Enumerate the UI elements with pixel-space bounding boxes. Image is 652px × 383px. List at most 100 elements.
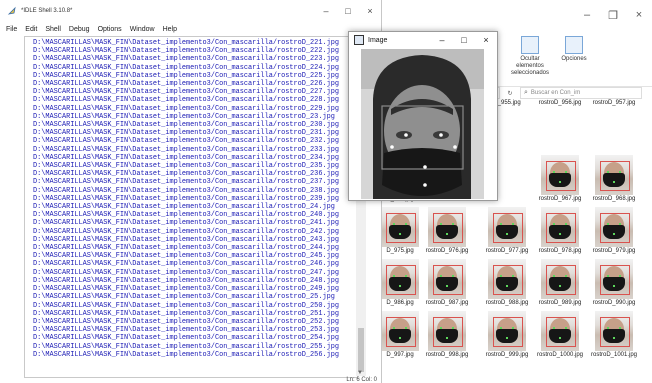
- file-thumbnail[interactable]: rostroD_989.jpg: [534, 256, 586, 309]
- thumbnail-caption: rostroD_956.jpg: [538, 100, 582, 106]
- thumbnail-caption: rostroD_999.jpg: [485, 352, 529, 358]
- explorer-window-controls: – ❐ ×: [574, 0, 652, 30]
- idle-window-title: *IDLE Shell 3.10.8*: [21, 8, 73, 14]
- image-window-icon: [354, 35, 364, 45]
- thumbnail-image: [541, 311, 579, 351]
- maximize-button[interactable]: ❐: [600, 0, 626, 30]
- hide-selected-button[interactable]: Ocultar elementos seleccionados: [506, 36, 554, 77]
- image-preview-window: Image – □ ×: [348, 31, 498, 201]
- shell-output-line: D:\MASCARILLAS\MASK_FIN\Dataset_implemen…: [33, 203, 335, 212]
- landmark-point: [440, 327, 442, 329]
- menu-debug[interactable]: Debug: [69, 26, 90, 33]
- scrollbar-thumb[interactable]: [358, 328, 364, 372]
- detection-box: [433, 213, 463, 243]
- shell-output-line: D:\MASCARILLAS\MASK_FIN\Dataset_implemen…: [33, 104, 339, 113]
- shell-output-lines: D:\MASCARILLAS\MASK_FIN\Dataset_implemen…: [25, 37, 357, 359]
- landmark-point: [452, 327, 454, 329]
- shell-output-line: D:\MASCARILLAS\MASK_FIN\Dataset_implemen…: [33, 227, 339, 236]
- file-thumbnail[interactable]: rostroD_968.jpg: [588, 152, 640, 205]
- shell-output-line: D:\MASCARILLAS\MASK_FIN\Dataset_implemen…: [33, 186, 339, 195]
- close-button[interactable]: ×: [626, 0, 652, 30]
- landmark-point: [440, 275, 442, 277]
- menu-file[interactable]: File: [6, 26, 17, 33]
- menu-options[interactable]: Options: [98, 26, 122, 33]
- file-thumbnail[interactable]: rostroD_976.jpg: [421, 204, 473, 257]
- landmark-point: [500, 223, 502, 225]
- options-button[interactable]: Opciones: [558, 36, 590, 63]
- menu-window[interactable]: Window: [130, 26, 155, 33]
- image-window-title: Image: [368, 36, 388, 44]
- image-window-title-bar: Image – □ ×: [349, 32, 497, 48]
- menu-shell[interactable]: Shell: [45, 26, 61, 33]
- search-input[interactable]: ⌕ Buscar en Con_im: [520, 87, 642, 99]
- landmark-point: [619, 171, 621, 173]
- file-thumbnail[interactable]: rostroD_987.jpg: [421, 256, 473, 309]
- shell-output-area[interactable]: D:\MASCARILLAS\MASK_FIN\Dataset_implemen…: [24, 36, 358, 378]
- thumbnail-caption: rostroD_979.jpg: [592, 248, 636, 254]
- file-thumbnail[interactable]: rostroD_1001.jpg: [588, 308, 640, 361]
- search-icon: ⌕: [524, 89, 528, 96]
- thumbnail-image: [381, 259, 419, 299]
- landmark-point: [446, 233, 448, 235]
- file-thumbnail[interactable]: rostroD_988.jpg: [481, 256, 533, 309]
- shell-output-line: D:\MASCARILLAS\MASK_FIN\Dataset_implemen…: [33, 80, 339, 89]
- landmark-point: [452, 275, 454, 277]
- detection-box: [546, 317, 576, 347]
- landmark-point: [553, 275, 555, 277]
- detection-box: [600, 317, 630, 347]
- landmark-point: [393, 275, 395, 277]
- file-thumbnail[interactable]: rostroD_1000.jpg: [534, 308, 586, 361]
- minimize-button[interactable]: –: [574, 0, 600, 30]
- thumbnail-caption: rostroD_988.jpg: [485, 300, 529, 306]
- image-close-button[interactable]: ×: [475, 32, 497, 48]
- thumbnail-image: [488, 311, 526, 351]
- thumbnail-caption: rostroD_989.jpg: [538, 300, 582, 306]
- shell-output-line: D:\MASCARILLAS\MASK_FIN\Dataset_implemen…: [33, 252, 339, 261]
- idle-minimize-button[interactable]: –: [315, 0, 337, 22]
- file-thumbnail[interactable]: rostroD_990.jpg: [588, 256, 640, 309]
- detection-box: [546, 213, 576, 243]
- shell-output-line: D:\MASCARILLAS\MASK_FIN\Dataset_implemen…: [33, 162, 339, 171]
- landmark-point: [512, 275, 514, 277]
- landmark-point: [506, 233, 508, 235]
- landmark-point: [559, 337, 561, 339]
- file-thumbnail[interactable]: rostroD_967.jpg: [534, 152, 586, 205]
- shell-output-line: D:\MASCARILLAS\MASK_FIN\Dataset_implemen…: [33, 309, 339, 318]
- landmark-point: [565, 275, 567, 277]
- scroll-down-icon[interactable]: ▼: [357, 370, 363, 376]
- refresh-button[interactable]: ↻: [504, 90, 516, 97]
- landmark-point: [619, 223, 621, 225]
- detection-box: [546, 161, 576, 191]
- image-maximize-button[interactable]: □: [453, 32, 475, 48]
- file-thumbnail[interactable]: rostroD_979.jpg: [588, 204, 640, 257]
- landmark-point: [500, 327, 502, 329]
- file-thumbnail[interactable]: rostroD_957.jpg: [588, 100, 640, 153]
- file-thumbnail[interactable]: rostroD_977.jpg: [481, 204, 533, 257]
- landmark-point: [399, 285, 401, 287]
- menu-edit[interactable]: Edit: [25, 26, 37, 33]
- idle-maximize-button[interactable]: □: [337, 0, 359, 22]
- file-thumbnail[interactable]: rostroD_956.jpg: [534, 100, 586, 153]
- file-thumbnail[interactable]: rostroD_998.jpg: [421, 308, 473, 361]
- menu-help[interactable]: Help: [163, 26, 177, 33]
- thumbnail-caption: rostroD_1001.jpg: [590, 352, 638, 358]
- thumbnail-image: [428, 311, 466, 351]
- detection-box: [493, 213, 523, 243]
- image-minimize-button[interactable]: –: [431, 32, 453, 48]
- options-icon: [565, 36, 583, 54]
- idle-menu-bar: File Edit Shell Debug Options Window Hel…: [0, 22, 179, 36]
- landmark-point: [565, 327, 567, 329]
- landmark-point: [613, 337, 615, 339]
- file-thumbnail[interactable]: rostroD_978.jpg: [534, 204, 586, 257]
- shell-output-line: D:\MASCARILLAS\MASK_FIN\Dataset_implemen…: [33, 194, 339, 203]
- idle-close-button[interactable]: ×: [359, 0, 381, 22]
- thumbnail-caption: rostroD_987.jpg: [425, 300, 469, 306]
- thumbnail-caption: rostroD_957.jpg: [592, 100, 636, 106]
- detection-box: [386, 317, 416, 347]
- shell-output-line: D:\MASCARILLAS\MASK_FIN\Dataset_implemen…: [33, 39, 339, 47]
- landmark-point: [452, 223, 454, 225]
- file-thumbnail[interactable]: rostroD_999.jpg: [481, 308, 533, 361]
- landmark-point: [553, 223, 555, 225]
- shell-output-line: D:\MASCARILLAS\MASK_FIN\Dataset_implemen…: [33, 350, 339, 359]
- thumbnail-image: [428, 207, 466, 247]
